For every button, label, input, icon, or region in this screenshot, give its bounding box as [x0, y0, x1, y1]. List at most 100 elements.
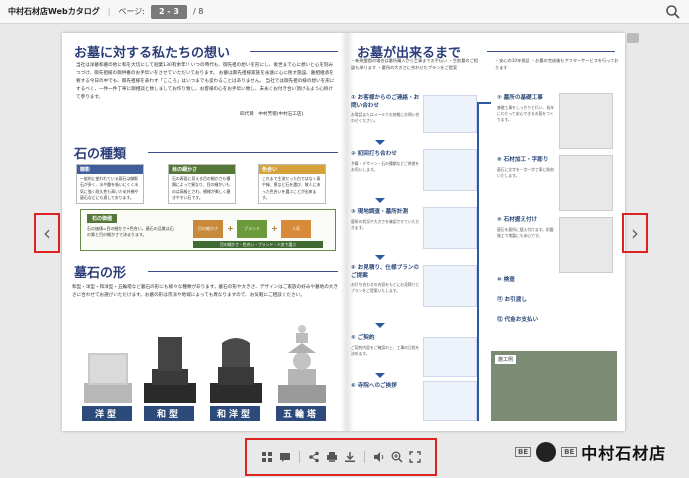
step-title: ⑤ ご契約 [351, 335, 375, 341]
step-title: ⑪ お引渡し [497, 297, 527, 303]
grave-caption: 和型 [144, 406, 194, 421]
flow-line [477, 102, 491, 104]
process-step: ⑥ 寺院へのご挨拶 [351, 383, 421, 391]
stone-box-grain: 目の細かさ 石の表面に見える目の細かさも種類によって異なり、目の細かいものは高級… [168, 164, 236, 204]
mixed-grave-image [210, 338, 262, 403]
left-page: お墓に対する私たちの想い 当社は洋墓和墓の他に和を大切にして創業130有余年!!… [62, 33, 347, 431]
sound-icon[interactable] [372, 450, 386, 464]
western-grave-image [84, 353, 132, 403]
process-step: ⑫ 代金お支払い [497, 317, 557, 325]
step-title: ⑥ 寺院へのご挨拶 [351, 383, 397, 389]
signature: 四代目 中村芳徳(中村石工店) [240, 112, 304, 117]
bottom-toolbar [245, 438, 437, 476]
top-bar: 中村石材店Webカタログ | ページ: 2 - 3 / 8 [0, 0, 689, 24]
stone-box-label: 御影 [77, 165, 143, 174]
prev-page-button[interactable]: ‹ [34, 213, 60, 253]
comment-icon[interactable] [627, 33, 639, 43]
fullscreen-icon[interactable] [408, 450, 422, 464]
logo-badge: BE [515, 447, 532, 457]
step-illustration [423, 337, 477, 377]
logo-badge: BE [561, 447, 578, 457]
step-desc: お打ち合わせの内容をもとにお見積りとプランをご提案いたします。 [351, 282, 420, 294]
share-icon[interactable] [307, 450, 321, 464]
plus-icon: + [271, 224, 278, 233]
stone-box-color: 色合い これまで主流だった白ではなく青や緑、黒など石を選び、故人にあった色合いを… [258, 164, 326, 204]
stone-box-text: 石の表面に見える目の細かさも種類によって異なり、目の細かいものは高級とされ、模様… [172, 176, 231, 200]
process-step: ③ 現地調査・墓所計測 墓所の状況や大きさを確認させていただきます。 [351, 209, 421, 231]
step-title: ⑧ 石材加工・字彫り [497, 157, 549, 163]
value-box: 人気 [281, 220, 311, 238]
toolbar-divider [299, 451, 300, 463]
example-photo: 施工例 [491, 351, 617, 421]
step-title: ① お客様からのご連絡・お問い合わせ [351, 95, 420, 109]
chevron-right-icon: › [631, 221, 639, 245]
zoom-in-icon[interactable] [390, 450, 404, 464]
step-photo [559, 217, 613, 273]
page-total: / 8 [192, 7, 204, 16]
arrow-down-icon [375, 140, 385, 145]
stone-box-text: 一般的に使われている墓石は御影石が多く、水や酸を吸いにくく水気に強く耐久性も高い… [80, 176, 139, 200]
left-page-title: お墓に対する私たちの想い [74, 46, 231, 61]
grave-shapes-title: 墓石の形 [74, 266, 127, 281]
gorinto-grave-image [278, 325, 326, 403]
process-step: ⑨ 石材据え付け 墓石を墓所に据え付けます。耐震施工で地震にも安心です。 [497, 217, 557, 239]
process-note-left: ・新規霊園の場合は墓所購入から工事までお手伝い ・生前墓のご相談も承ります ・墓… [351, 58, 478, 70]
value-box: 目の細かさ [193, 220, 223, 238]
plus-icon: + [227, 224, 234, 233]
process-step: ① お客様からのご連絡・お問い合わせ お電話またはメールでお気軽にお問い合わせく… [351, 95, 421, 124]
step-title: ④ お見積り、仕様プランのご提案 [351, 265, 419, 279]
step-title: ⑨ 石材据え付け [497, 217, 538, 223]
stone-box-label: 目の細かさ [169, 165, 235, 174]
example-label: 施工例 [495, 355, 517, 364]
step-title: ③ 現地調査・墓所計測 [351, 209, 409, 215]
section-underline [148, 152, 338, 153]
stone-value-label: 石の価値 [87, 214, 118, 223]
right-page: お墓が出来るまで ・新規霊園の場合は墓所購入から工事までお手伝い ・生前墓のご相… [347, 33, 625, 431]
download-icon[interactable] [343, 450, 357, 464]
stone-box-mikage: 御影 一般的に使われている墓石は御影石が多く、水や酸を吸いにくく水気に強く耐久性… [76, 164, 144, 204]
title-underline [487, 51, 615, 52]
next-page-button[interactable]: › [622, 213, 648, 253]
value-bar: 目の細かさ・色合い・ブランド・人気で選ぶ [193, 241, 323, 248]
step-title: ⑦ 墓所の基礎工事 [497, 95, 543, 101]
step-illustration [423, 265, 477, 307]
title-underline [250, 51, 338, 52]
step-title: ⑩ 検査 [497, 277, 515, 283]
step-desc: 墓石に文字を一字一字丁寧に彫刻いたします。 [497, 166, 554, 178]
page-number-input[interactable]: 2 - 3 [150, 4, 187, 19]
step-illustration [423, 207, 477, 249]
grave-caption: 和洋型 [210, 406, 260, 421]
process-step: ⑪ お引渡し [497, 297, 557, 305]
step-desc: お電話またはメールでお気軽にお問い合わせください。 [351, 112, 420, 124]
comment-list-icon[interactable] [278, 450, 292, 464]
value-box: ブランド [237, 220, 267, 238]
step-desc: 墓石を墓所に据え付けます。耐震施工で地震にも安心です。 [497, 226, 554, 238]
step-desc: 墓所の状況や大きさを確認させていただきます。 [351, 218, 420, 230]
step-illustration [423, 381, 477, 421]
stone-value-text: 石の価値=目の細かさ+色合い。墓石の品質は石の質と目の細かさで決まります。 [87, 226, 174, 238]
intro-text: 当社は洋墓和墓の他に和を大切にして創業130有余年!! いつの時代も、御先祖の想… [76, 63, 335, 101]
stone-types-title: 石の種類 [74, 147, 127, 162]
thumbnails-icon[interactable] [260, 450, 274, 464]
search-icon[interactable] [665, 4, 681, 20]
stone-box-label: 色合い [259, 165, 325, 174]
process-step: ⑧ 石材加工・字彫り 墓石に文字を一字一字丁寧に彫刻いたします。 [497, 157, 557, 179]
flow-line [477, 103, 479, 421]
step-desc: 基礎工事をしっかりと行い、長年にわたって安心できるお墓をつくります。 [497, 104, 554, 122]
arrow-down-icon [375, 255, 385, 260]
catalog-spread: お墓に対する私たちの想い 当社は洋墓和墓の他に和を大切にして創業130有余年!!… [62, 33, 625, 431]
grave-caption: 洋型 [82, 406, 132, 421]
chevron-left-icon: ‹ [43, 221, 51, 245]
print-icon[interactable] [325, 450, 339, 464]
brand-name: 中村石材店 [581, 444, 667, 463]
step-title: ② 初回打ち合わせ [351, 151, 397, 157]
step-desc: ご契約内容をご確認の上、工事の日程を決めます。 [351, 344, 420, 356]
stone-value-panel: 石の価値 石の価値=目の細かさ+色合い。墓石の品質は石の質と目の細かさで決まりま… [80, 209, 336, 251]
step-illustration [423, 95, 477, 133]
process-step: ② 初回打ち合わせ 予算・デザイン・石の種類などご希望をお伺いします。 [351, 151, 421, 173]
process-step: ⑦ 墓所の基礎工事 基礎工事をしっかりと行い、長年にわたって安心できるお墓をつく… [497, 95, 557, 123]
section-underline [148, 271, 338, 272]
grave-shapes-intro: 和型・洋型・和洋型・五輪塔など墓石の形にも様々な種類があります。墓石の形や大きさ… [72, 285, 338, 299]
step-photo [559, 93, 613, 149]
arrow-down-icon [375, 373, 385, 378]
